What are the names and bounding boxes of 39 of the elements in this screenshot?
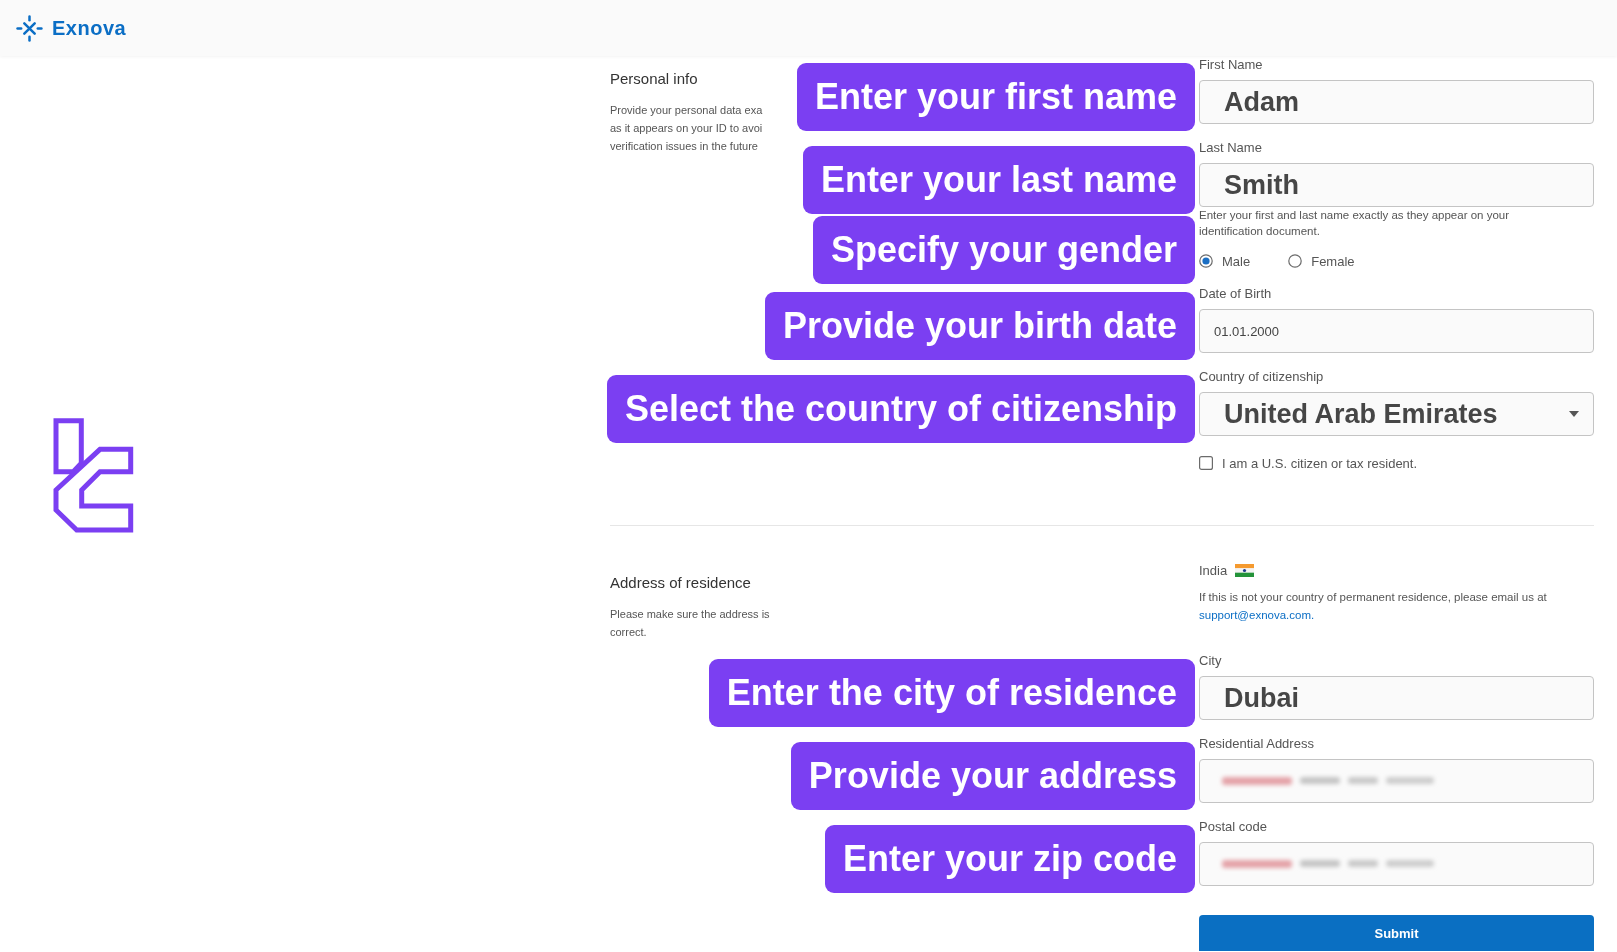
- brand-name: Exnova: [52, 16, 127, 40]
- field-label: Postal code: [1199, 819, 1267, 835]
- radio-option[interactable]: Female: [1288, 253, 1355, 269]
- field-label: Date of Birth: [1199, 286, 1272, 302]
- text-field[interactable]: Dubai: [1199, 676, 1594, 720]
- section-description: Provide your personal data exa as it appears on your ID to avoi verification issues in the future: [610, 103, 763, 154]
- hint-text: Enter your first and last name exactly as they appear on your identification document.: [1199, 208, 1511, 239]
- checkbox-option[interactable]: I am a U.S. citizen or tax resident.: [1199, 454, 1418, 472]
- submit-button[interactable]: Submit: [1199, 915, 1594, 951]
- field-label: City: [1199, 653, 1222, 669]
- field-label: First Name: [1199, 57, 1263, 73]
- instruction-callout: Select the country of citizenship: [606, 375, 1195, 443]
- section-description: Please make sure the address is correct.: [610, 607, 771, 640]
- instruction-callout: Enter your zip code: [824, 825, 1195, 893]
- text-field[interactable]: Adam: [1199, 80, 1594, 124]
- outline-logo-icon: [51, 417, 134, 534]
- email-link[interactable]: support@exnova.com.: [1199, 609, 1315, 621]
- flag-icon: [1235, 563, 1255, 577]
- text-field[interactable]: Smith: [1199, 163, 1594, 207]
- text-field[interactable]: 01.01.2000: [1199, 309, 1594, 353]
- instruction-callout: Provide your birth date: [764, 292, 1195, 360]
- section-title: Address of residence: [610, 574, 751, 592]
- instruction-callout: Enter the city of residence: [708, 659, 1195, 727]
- dropdown-field[interactable]: United Arab Emirates: [1199, 392, 1594, 436]
- text-field[interactable]: [1199, 842, 1594, 886]
- instruction-callout: Provide your address: [790, 742, 1195, 810]
- field-label: Country of citizenship: [1199, 369, 1324, 385]
- info-note: If this is not your country of permanent residence, please email us at support@exnova.com.: [1199, 590, 1548, 623]
- instruction-callout: Enter your last name: [802, 146, 1195, 214]
- radio-option[interactable]: Male: [1199, 253, 1251, 269]
- starburst-logo-icon: [16, 14, 43, 42]
- field-label: Last Name: [1199, 140, 1262, 156]
- field-label: Residential Address: [1199, 736, 1314, 752]
- section-title: Personal info: [610, 70, 698, 88]
- instruction-callout: Specify your gender: [812, 216, 1195, 284]
- caret-icon: [1569, 411, 1579, 417]
- text-field[interactable]: [1199, 759, 1594, 803]
- country-name: India: [1199, 562, 1228, 578]
- instruction-callout: Enter your first name: [796, 63, 1195, 131]
